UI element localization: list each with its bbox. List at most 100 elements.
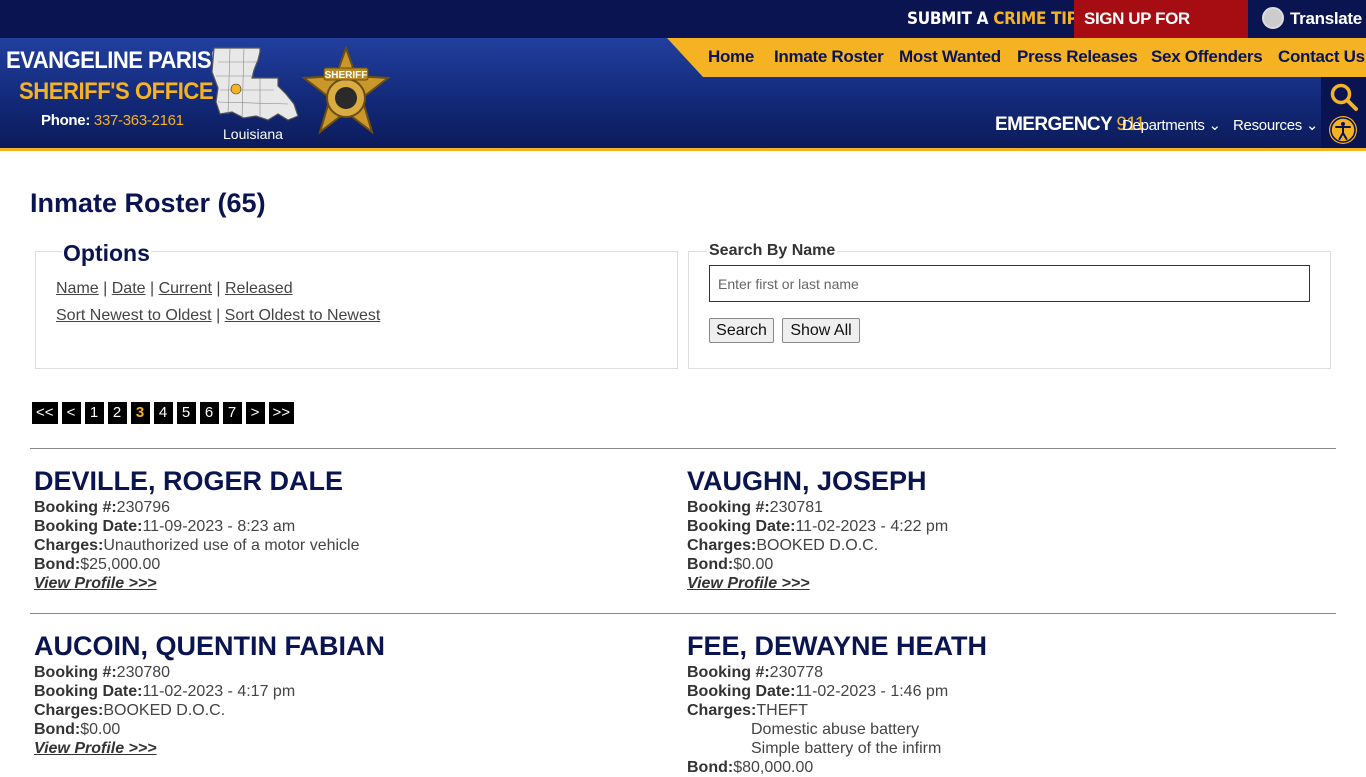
nav-inmate-roster[interactable]: Inmate Roster bbox=[774, 47, 884, 67]
bond-row: Bond:$0.00 bbox=[34, 720, 385, 739]
additional-charge: Simple battery of the infirm bbox=[751, 740, 942, 757]
charges-label: Charges: bbox=[34, 702, 104, 719]
chevron-down-icon: ⌄ bbox=[1208, 117, 1221, 134]
inmate-name[interactable]: AUCOIN, QUENTIN FABIAN bbox=[34, 631, 385, 661]
search-button[interactable]: Search bbox=[709, 318, 774, 343]
booking-number-label: Booking #: bbox=[34, 499, 117, 516]
departments-dropdown[interactable]: Departments ⌄ bbox=[1122, 116, 1221, 134]
pager-page-6[interactable]: 6 bbox=[199, 402, 219, 424]
booking-date: 11-02-2023 - 1:46 pm bbox=[795, 683, 949, 700]
booking-date-label: Booking Date: bbox=[687, 518, 796, 535]
inmate-name[interactable]: VAUGHN, JOSEPH bbox=[687, 466, 948, 496]
pager-page-7[interactable]: 7 bbox=[222, 402, 242, 424]
inmate-name[interactable]: FEE, DEWAYNE HEATH bbox=[687, 631, 987, 661]
inmate-card: FEE, DEWAYNE HEATH Booking #:230778 Book… bbox=[687, 631, 987, 777]
view-profile-link[interactable]: View Profile >>> bbox=[34, 739, 385, 758]
pager-page-3-current[interactable]: 3 bbox=[130, 402, 150, 424]
divider bbox=[30, 448, 1336, 449]
booking-date-row: Booking Date:11-02-2023 - 4:22 pm bbox=[687, 517, 948, 536]
additional-charge: Domestic abuse battery bbox=[751, 721, 920, 738]
booking-number-label: Booking #: bbox=[687, 499, 770, 516]
options-legend: Options bbox=[62, 240, 151, 267]
pager-next[interactable]: > bbox=[245, 402, 265, 424]
pager-page-2[interactable]: 2 bbox=[107, 402, 127, 424]
bond-label: Bond: bbox=[34, 556, 81, 573]
sheriff-badge-icon: SHERIFF bbox=[301, 46, 391, 135]
show-all-button[interactable]: Show All bbox=[782, 318, 860, 343]
divider bbox=[30, 613, 1336, 614]
page-title: Inmate Roster (65) bbox=[30, 188, 266, 218]
charges-row: Charges:BOOKED D.O.C. bbox=[34, 701, 385, 720]
pagination: << < 1 2 3 4 5 6 7 > >> bbox=[32, 402, 298, 424]
filter-released[interactable]: Released bbox=[225, 280, 293, 297]
crime-tip-highlight: CRIME TIP bbox=[993, 9, 1078, 29]
search-icon[interactable] bbox=[1329, 82, 1359, 112]
search-input[interactable] bbox=[709, 265, 1310, 302]
booking-date-label: Booking Date: bbox=[34, 518, 143, 535]
resources-label: Resources bbox=[1233, 117, 1302, 134]
charges: THEFT bbox=[756, 702, 808, 719]
svg-text:SHERIFF: SHERIFF bbox=[325, 70, 368, 81]
booking-number: 230781 bbox=[769, 499, 824, 516]
booking-number-label: Booking #: bbox=[34, 664, 117, 681]
nav-home[interactable]: Home bbox=[708, 47, 754, 67]
pager-page-1[interactable]: 1 bbox=[84, 402, 104, 424]
filter-current[interactable]: Current bbox=[159, 280, 212, 297]
filter-links: Name | Date | Current | Released bbox=[56, 280, 293, 297]
charges-row: Charges:Unauthorized use of a motor vehi… bbox=[34, 536, 360, 555]
departments-label: Departments bbox=[1122, 117, 1205, 134]
charges: Unauthorized use of a motor vehicle bbox=[103, 537, 360, 554]
bond: $0.00 bbox=[733, 556, 774, 573]
phone-label: Phone: bbox=[41, 112, 91, 129]
booking-number-row: Booking #:230778 bbox=[687, 663, 987, 682]
pager-page-4[interactable]: 4 bbox=[153, 402, 173, 424]
booking-date-label: Booking Date: bbox=[687, 683, 796, 700]
nav-press-releases[interactable]: Press Releases bbox=[1017, 47, 1138, 67]
view-profile-link[interactable]: View Profile >>> bbox=[687, 574, 948, 593]
booking-date: 11-02-2023 - 4:17 pm bbox=[142, 683, 296, 700]
filter-name[interactable]: Name bbox=[56, 280, 99, 297]
inmate-card: DEVILLE, ROGER DALE Booking #:230796 Boo… bbox=[34, 466, 360, 593]
bond: $0.00 bbox=[80, 721, 121, 738]
inmate-name[interactable]: DEVILLE, ROGER DALE bbox=[34, 466, 360, 496]
sign-up-alerts-button[interactable]: SIGN UP FOR ALERTS › bbox=[1074, 0, 1248, 66]
filter-date[interactable]: Date bbox=[112, 280, 146, 297]
pager-page-5[interactable]: 5 bbox=[176, 402, 196, 424]
charges-label: Charges: bbox=[34, 537, 104, 554]
booking-number-row: Booking #:230781 bbox=[687, 498, 948, 517]
sort-oldest-first[interactable]: Sort Oldest to Newest bbox=[225, 307, 381, 324]
booking-number-row: Booking #:230796 bbox=[34, 498, 360, 517]
sort-links: Sort Newest to Oldest | Sort Oldest to N… bbox=[56, 307, 381, 324]
accessibility-icon[interactable] bbox=[1329, 116, 1357, 144]
pager-first[interactable]: << bbox=[32, 402, 58, 424]
booking-number-row: Booking #:230780 bbox=[34, 663, 385, 682]
bond-row: Bond:$0.00 bbox=[687, 555, 948, 574]
logo-agency-name[interactable]: EVANGELINE PARISH bbox=[6, 47, 227, 75]
crime-tip-link[interactable]: SUBMIT A CRIME TIP › bbox=[907, 0, 1089, 38]
booking-date: 11-02-2023 - 4:22 pm bbox=[795, 518, 949, 535]
pager-prev[interactable]: < bbox=[61, 402, 81, 424]
booking-date-row: Booking Date:11-02-2023 - 4:17 pm bbox=[34, 682, 385, 701]
charges: BOOKED D.O.C. bbox=[103, 702, 226, 719]
state-label: Louisiana bbox=[223, 126, 283, 142]
logo-office-name[interactable]: SHERIFF'S OFFICE bbox=[19, 78, 214, 106]
booking-number: 230796 bbox=[116, 499, 171, 516]
bond-row: Bond:$25,000.00 bbox=[34, 555, 360, 574]
inmate-card: AUCOIN, QUENTIN FABIAN Booking #:230780 … bbox=[34, 631, 385, 758]
charges-label: Charges: bbox=[687, 537, 757, 554]
charges-label: Charges: bbox=[687, 702, 757, 719]
inmate-card: VAUGHN, JOSEPH Booking #:230781 Booking … bbox=[687, 466, 948, 593]
nav-most-wanted[interactable]: Most Wanted bbox=[899, 47, 1001, 67]
pager-last[interactable]: >> bbox=[268, 402, 295, 424]
nav-contact-us[interactable]: Contact Us bbox=[1278, 47, 1365, 67]
booking-number: 230780 bbox=[116, 664, 171, 681]
crime-tip-prefix: SUBMIT A bbox=[907, 9, 989, 29]
translate-button[interactable]: Translate bbox=[1262, 0, 1362, 38]
charges-row: Charges:THEFT bbox=[687, 701, 987, 720]
view-profile-link[interactable]: View Profile >>> bbox=[34, 574, 360, 593]
nav-sex-offenders[interactable]: Sex Offenders bbox=[1151, 47, 1263, 67]
sort-newest-first[interactable]: Sort Newest to Oldest bbox=[56, 307, 212, 324]
resources-dropdown[interactable]: Resources ⌄ bbox=[1233, 116, 1318, 134]
search-legend: Search By Name bbox=[707, 242, 838, 260]
phone-number[interactable]: 337-363-2161 bbox=[94, 112, 184, 129]
